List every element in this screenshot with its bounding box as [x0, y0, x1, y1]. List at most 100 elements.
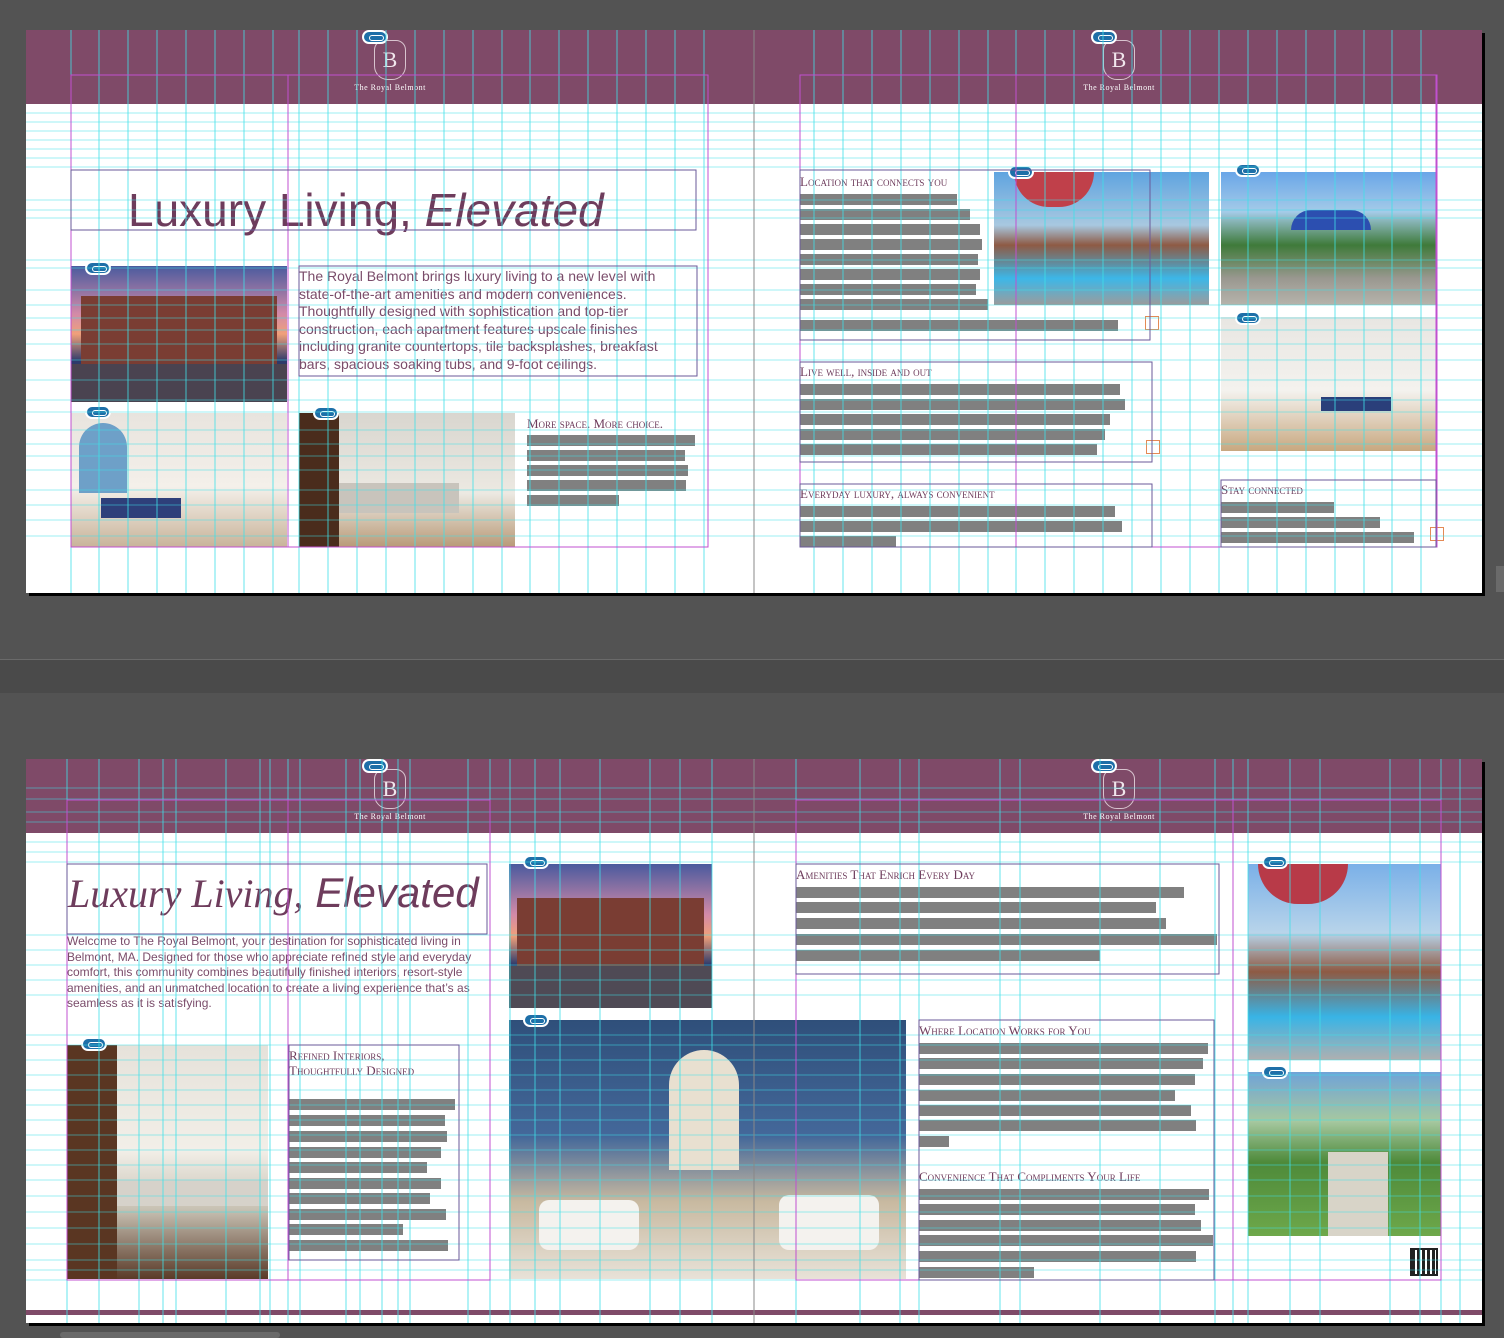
heading-refined-1[interactable]: Refined Interiors, [289, 1048, 385, 1064]
blue-umbrella-shape [1291, 210, 1371, 230]
text-line [1221, 532, 1414, 543]
game-room-photo[interactable] [71, 413, 287, 547]
overset-text-icon[interactable] [1145, 316, 1159, 330]
logo-left-1[interactable]: B The Royal Belmont [345, 40, 435, 92]
qr-code-icon[interactable] [1410, 1248, 1438, 1276]
text-line [527, 495, 619, 506]
spread-2-title[interactable]: Luxury Living, Elevated [68, 866, 479, 930]
counter-shape [339, 483, 459, 513]
spread-2-intro[interactable]: Welcome to The Royal Belmont, your desti… [67, 934, 483, 1012]
text-line [527, 465, 688, 476]
text-line [800, 521, 1122, 532]
logo-left-2[interactable]: B The Royal Belmont [345, 769, 435, 821]
text-line [800, 320, 1118, 331]
text-line [289, 1147, 441, 1158]
link-icon[interactable] [1262, 1065, 1288, 1079]
side-scroll-handle[interactable] [1496, 566, 1504, 592]
link-icon[interactable] [81, 1037, 107, 1051]
heading-location-2[interactable]: Where Location Works for You [919, 1023, 1091, 1039]
spread-1-header-band [26, 30, 1482, 104]
text-line [289, 1240, 448, 1251]
text-line [800, 284, 976, 295]
link-icon[interactable] [85, 405, 111, 419]
title-plain: Elevated [303, 869, 479, 916]
arch-shape [669, 1050, 739, 1170]
courtyard-shape [71, 364, 287, 402]
logo-name: The Royal Belmont [354, 83, 426, 92]
text-line [289, 1162, 427, 1173]
logo-name: The Royal Belmont [1083, 812, 1155, 821]
text-line [919, 1043, 1208, 1054]
link-icon[interactable] [1008, 165, 1034, 179]
link-icon[interactable] [1235, 311, 1261, 325]
lounge-photo[interactable] [509, 1020, 906, 1279]
text-line [289, 1115, 445, 1126]
link-icon[interactable] [1262, 855, 1288, 869]
text-line [796, 918, 1166, 929]
overset-text-icon[interactable] [1430, 527, 1444, 541]
spread-1-title[interactable]: Luxury Living, Elevated [128, 182, 604, 238]
text-line [289, 1193, 430, 1204]
text-line [919, 1105, 1191, 1116]
pool-photo[interactable] [994, 172, 1209, 305]
link-icon[interactable] [1235, 163, 1261, 177]
crest-icon: B [1103, 769, 1135, 809]
text-line [919, 1189, 1209, 1200]
park-walk-photo[interactable] [1248, 1072, 1441, 1236]
link-icon[interactable] [523, 1013, 549, 1027]
link-icon[interactable] [313, 406, 339, 420]
link-icon[interactable] [85, 261, 111, 275]
link-icon[interactable] [523, 855, 549, 869]
pasteboard-divider [0, 659, 1504, 693]
pool-photo-2[interactable] [1248, 864, 1441, 1060]
heading-refined-2[interactable]: Thoughtfully Designed [289, 1063, 414, 1079]
kitchen-photo[interactable] [299, 413, 515, 547]
patio-photo[interactable] [1221, 172, 1436, 305]
text-line [527, 480, 686, 491]
building-courtyard-photo[interactable] [71, 266, 287, 402]
clubhouse-photo[interactable] [1221, 317, 1436, 451]
link-icon[interactable] [362, 30, 388, 44]
text-line [919, 1074, 1195, 1085]
building-shape [81, 296, 277, 364]
text-line [800, 254, 978, 265]
crest-icon: B [374, 769, 406, 809]
text-line [919, 1204, 1195, 1215]
link-icon[interactable] [1091, 30, 1117, 44]
heading-more-space[interactable]: More space. More choice. [527, 416, 663, 432]
cabinet-shape [67, 1045, 117, 1279]
text-line [289, 1224, 403, 1235]
heading-everyday[interactable]: Everyday luxury, always convenient [800, 486, 995, 502]
text-line [796, 902, 1156, 913]
kitchen-photo-2[interactable] [67, 1045, 268, 1279]
text-line [289, 1209, 446, 1220]
spread-1-intro[interactable]: The Royal Belmont brings luxury living t… [299, 268, 691, 373]
text-line [796, 950, 1100, 961]
logo-name: The Royal Belmont [1083, 83, 1155, 92]
text-line [800, 506, 1115, 517]
logo-right-2[interactable]: B The Royal Belmont [1074, 769, 1164, 821]
crest-icon: B [1103, 40, 1135, 80]
link-icon[interactable] [362, 759, 388, 773]
heading-amenities[interactable]: Amenities That Enrich Every Day [796, 867, 975, 883]
text-line [919, 1220, 1201, 1231]
text-line [1221, 517, 1380, 528]
link-icon[interactable] [1091, 759, 1117, 773]
title-plain: Luxury Living, [128, 184, 425, 236]
heading-live-well[interactable]: Live well, inside and out [800, 364, 932, 380]
text-line [919, 1058, 1203, 1069]
text-line [796, 934, 1217, 945]
text-line [800, 536, 896, 547]
scroll-thumb[interactable] [60, 1332, 280, 1338]
text-line [800, 414, 1110, 425]
heading-stay-connected[interactable]: Stay connected [1221, 482, 1303, 498]
text-line [800, 299, 988, 310]
heading-location[interactable]: Location that connects you [800, 174, 947, 190]
text-line [919, 1267, 1034, 1278]
logo-right-1[interactable]: B The Royal Belmont [1074, 40, 1164, 92]
overset-text-icon[interactable] [1146, 440, 1160, 454]
umbrella-shape [1258, 864, 1348, 904]
building-courtyard-photo-2[interactable] [509, 864, 712, 1008]
sofa-shape [539, 1200, 639, 1250]
heading-convenience[interactable]: Convenience That Compliments Your Life [919, 1169, 1140, 1185]
